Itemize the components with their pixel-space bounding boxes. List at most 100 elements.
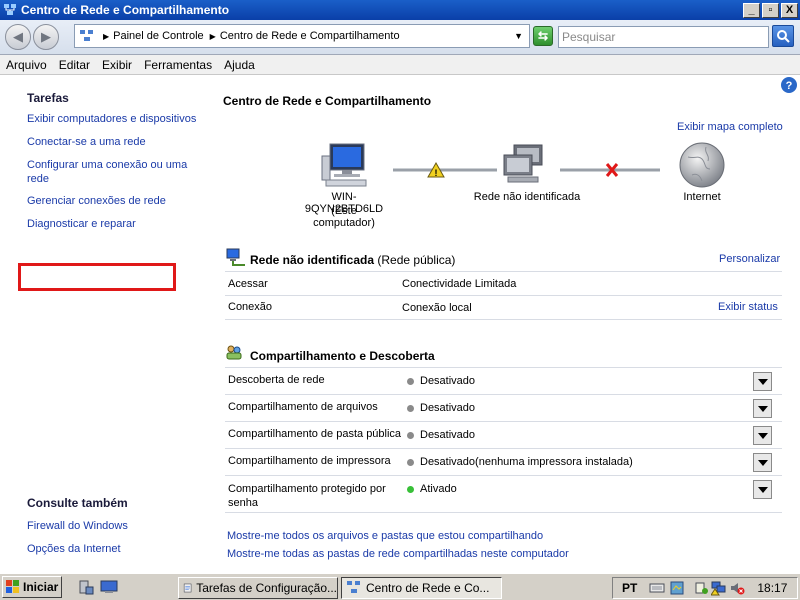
help-icon[interactable]: ? [780, 76, 798, 94]
server-manager-icon[interactable] [78, 579, 94, 595]
safely-remove-icon[interactable] [693, 580, 709, 596]
menu-arquivo[interactable]: Arquivo [0, 58, 53, 72]
task-setup-connection[interactable]: Configurar uma conexão ou uma rede [27, 158, 197, 186]
network-section-icon [226, 248, 245, 266]
search-input[interactable]: Pesquisar [558, 26, 769, 48]
connection-line-warning: ! [393, 161, 497, 178]
password-sharing-expand-button[interactable] [753, 480, 772, 499]
task-connect-network[interactable]: Conectar-se a uma rede [27, 135, 146, 149]
network-center-icon [347, 581, 360, 593]
computer-sub: (Este computador) [313, 205, 375, 229]
forward-arrow-icon: ▶ [41, 29, 51, 44]
sharing-icon [226, 345, 242, 360]
clock[interactable]: 18:17 [757, 581, 787, 595]
search-icon [777, 30, 790, 43]
printer-sharing-label: Compartilhamento de impressora [228, 455, 391, 467]
task-manage-connections[interactable]: Gerenciar conexões de rede [27, 194, 166, 208]
password-sharing-label: Compartilhamento protegido por senha [228, 483, 386, 509]
control-panel-icon [80, 30, 93, 41]
taskbar: Iniciar Tarefas de Configuração... Centr… [0, 573, 800, 600]
system-tray: PT 18:17 [612, 577, 798, 599]
volume-muted-icon[interactable] [729, 580, 745, 596]
view-full-map-link[interactable]: Exibir mapa completo [677, 121, 783, 133]
status-text: Desativado [420, 402, 476, 414]
divider [225, 475, 782, 476]
breadcrumb-control-panel[interactable]: Painel de Controle [113, 30, 204, 42]
computer-icon[interactable] [320, 142, 370, 188]
show-desktop-icon[interactable] [100, 579, 118, 595]
status-text: Desativado [420, 429, 476, 441]
network-center-icon [4, 4, 16, 15]
menu-ferramentas[interactable]: Ferramentas [138, 58, 218, 72]
menu-editar[interactable]: Editar [53, 58, 96, 72]
status-text: Desativado [420, 375, 476, 387]
status-dot-icon [407, 431, 414, 439]
language-indicator[interactable]: PT [622, 581, 637, 595]
divider [225, 295, 782, 296]
window-title: Centro de Rede e Compartilhamento [21, 3, 230, 17]
status-text: Ativado [420, 483, 457, 495]
taskbar-item-network-center[interactable]: Centro de Rede e Co... [341, 577, 502, 599]
access-value: Conectividade Limitada [402, 278, 517, 290]
divider [225, 394, 782, 395]
search-button[interactable] [772, 25, 794, 47]
network-discovery-expand-button[interactable] [753, 372, 772, 391]
file-sharing-label: Compartilhamento de arquivos [228, 401, 378, 413]
start-button[interactable]: Iniciar [2, 576, 62, 598]
forward-button[interactable]: ▶ [33, 24, 59, 50]
close-button[interactable]: X [781, 2, 798, 18]
customize-link[interactable]: Personalizar [719, 253, 780, 265]
taskbar-item-config-tasks[interactable]: Tarefas de Configuração... [178, 577, 338, 599]
keyboard-icon[interactable] [649, 582, 665, 594]
breadcrumb-arrow-icon: ▶ [103, 31, 110, 41]
breadcrumb-network-center[interactable]: Centro de Rede e Compartilhamento [220, 30, 400, 42]
view-status-link[interactable]: Exibir status [718, 301, 778, 313]
address-dropdown-icon[interactable]: ▼ [514, 31, 523, 41]
link-internet-options[interactable]: Opções da Internet [27, 542, 121, 556]
task-view-computers[interactable]: Exibir computadores e dispositivos [27, 112, 196, 126]
status-text: Desativado [420, 456, 476, 468]
start-label: Iniciar [23, 580, 59, 594]
windows-logo-icon [6, 580, 19, 593]
config-tasks-icon [183, 583, 192, 593]
network-discovery-label: Descoberta de rede [228, 374, 325, 386]
divider [225, 421, 782, 422]
printer-sharing-expand-button[interactable] [753, 453, 772, 472]
link-windows-firewall[interactable]: Firewall do Windows [27, 519, 128, 533]
svg-text:!: ! [435, 168, 438, 178]
taskbar-item-label: Centro de Rede e Co... [366, 581, 490, 595]
back-arrow-icon: ◀ [13, 29, 23, 44]
divider [225, 367, 782, 368]
show-shared-files-link[interactable]: Mostre-me todos os arquivos e pastas que… [227, 530, 543, 542]
file-sharing-status: Desativado [407, 402, 475, 414]
network-label: Rede não identificada [473, 191, 581, 203]
breadcrumb-arrow-icon: ▶ [209, 31, 216, 41]
globe-icon[interactable] [678, 141, 726, 189]
network-section-header: Rede não identificada (Rede pública) [250, 253, 455, 267]
maximize-button[interactable]: ▫ [762, 2, 779, 18]
highlight-box [18, 263, 176, 291]
see-also-heading: Consulte também [27, 496, 128, 510]
network-status-icon[interactable] [711, 580, 727, 596]
show-shared-folders-link[interactable]: Mostre-me todas as pastas de rede compar… [227, 548, 569, 560]
menu-exibir[interactable]: Exibir [96, 58, 138, 72]
menu-bar: Arquivo Editar Exibir Ferramentas Ajuda [0, 55, 800, 75]
public-folder-sharing-status: Desativado [407, 429, 475, 441]
status-dot-icon [407, 485, 414, 493]
refresh-button[interactable]: ⇆ [533, 26, 553, 46]
back-button[interactable]: ◀ [5, 24, 31, 50]
task-diagnose-repair[interactable]: Diagnosticar e reparar [27, 217, 136, 231]
title-bar: Centro de Rede e Compartilhamento _ ▫ X [0, 0, 800, 20]
network-icon[interactable] [500, 143, 550, 189]
minimize-button[interactable]: _ [743, 2, 760, 18]
address-field[interactable]: ▶ Painel de Controle ▶ Centro de Rede e … [74, 24, 530, 48]
main-pane: ? Centro de Rede e Compartilhamento Exib… [205, 75, 800, 573]
file-sharing-expand-button[interactable] [753, 399, 772, 418]
sharing-section-title: Compartilhamento e Descoberta [250, 349, 435, 363]
status-extra: (nenhuma impressora instalada) [475, 456, 633, 468]
address-toolbar: ◀ ▶ ▶ Painel de Controle ▶ Centro de Red… [0, 20, 800, 55]
public-folder-sharing-expand-button[interactable] [753, 426, 772, 445]
status-dot-icon [407, 377, 414, 385]
tray-app-icon[interactable] [669, 580, 685, 596]
menu-ajuda[interactable]: Ajuda [218, 58, 261, 72]
